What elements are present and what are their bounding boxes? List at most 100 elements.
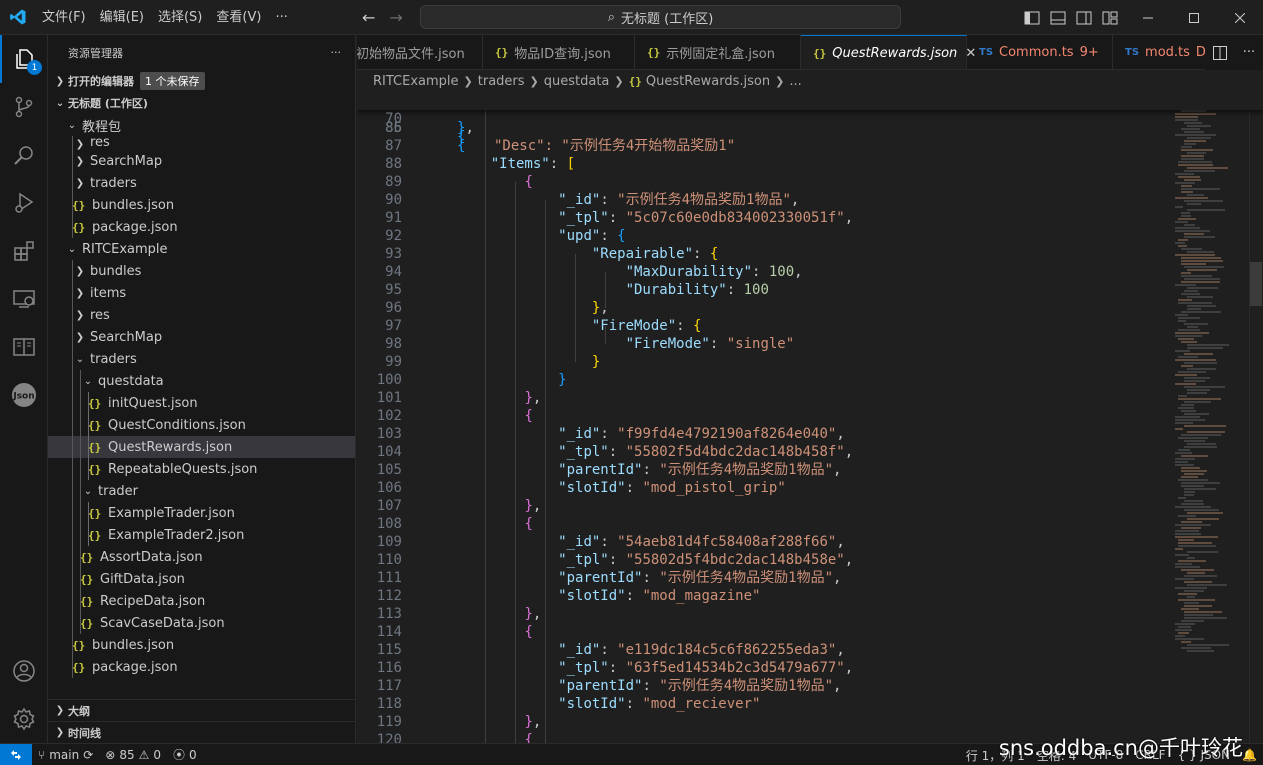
- tree-file[interactable]: {} GiftData.json: [48, 568, 355, 590]
- menu-view[interactable]: 查看(V): [209, 0, 268, 35]
- vertical-scrollbar[interactable]: [1249, 92, 1263, 743]
- toggle-secondary-sidebar-icon[interactable]: [1076, 11, 1092, 25]
- activity-bar: 1 Json: [0, 35, 48, 743]
- branch-name: main: [49, 747, 80, 762]
- tree-folder[interactable]: ❯ items: [48, 282, 355, 304]
- tree-folder[interactable]: ❯ res: [48, 304, 355, 326]
- tree-folder[interactable]: ❯ SearchMap: [48, 150, 355, 172]
- tree-file[interactable]: {} QuestConditions.json: [48, 414, 355, 436]
- tab-quest-rewards[interactable]: {} QuestRewards.json ✕: [801, 35, 976, 69]
- split-editor-icon[interactable]: [1212, 45, 1227, 60]
- line-number: 120: [376, 732, 402, 743]
- explorer-icon[interactable]: 1: [0, 35, 48, 83]
- line-number: 99: [385, 354, 402, 370]
- tree-item-label: RITCExample: [82, 241, 168, 257]
- breadcrumb-item[interactable]: questdata: [544, 74, 610, 89]
- tree-file[interactable]: {} package.json: [48, 216, 355, 238]
- sticky-scroll-header[interactable]: 70 {: [357, 92, 1263, 145]
- source-control-icon[interactable]: [0, 83, 48, 131]
- tree-file[interactable]: {} RepeatableQuests.json: [48, 458, 355, 480]
- book-icon[interactable]: [0, 323, 48, 371]
- git-branch-status[interactable]: ⑂ main ⟳: [32, 748, 99, 762]
- tree-file[interactable]: {} package.json: [48, 656, 355, 678]
- tab-item-id-lookup[interactable]: {} 物品ID查询.json: [483, 35, 635, 69]
- tree-item-label: SearchMap: [90, 329, 163, 345]
- tree-item-label: package.json: [92, 219, 178, 235]
- breadcrumb-item[interactable]: ...: [789, 74, 801, 89]
- code-text: "示例任务4物品奖励1物品": [617, 192, 791, 208]
- menu-file[interactable]: 文件(F): [35, 0, 93, 35]
- editor-tabs: 初始物品文件.json {} 物品ID查询.json {} 示例固定礼盒.jso…: [357, 35, 1263, 70]
- tree-file[interactable]: {} QuestRewards.json: [48, 436, 355, 458]
- customize-layout-icon[interactable]: [1102, 11, 1118, 25]
- settings-gear-icon[interactable]: [0, 695, 48, 743]
- tree-file[interactable]: {} ExampleTrader2.json: [48, 524, 355, 546]
- tree-file[interactable]: {} bundles.json: [48, 194, 355, 216]
- minimize-button[interactable]: [1125, 0, 1171, 35]
- menu-selection[interactable]: 选择(S): [151, 0, 209, 35]
- tree-folder[interactable]: ❯ bundles: [48, 260, 355, 282]
- maximize-button[interactable]: [1171, 0, 1217, 35]
- search-activity-icon[interactable]: [0, 131, 48, 179]
- ports-status[interactable]: ⦿ 0: [167, 746, 203, 763]
- breadcrumb-item[interactable]: QuestRewards.json: [646, 74, 770, 89]
- json-file-icon: {}: [80, 572, 94, 586]
- open-editors-section[interactable]: ❯ 打开的编辑器 1 个未保存: [48, 70, 355, 92]
- scrollbar-thumb[interactable]: [1250, 262, 1262, 306]
- toggle-panel-icon[interactable]: [1050, 11, 1066, 25]
- tree-folder[interactable]: ⌄ RITCExample: [48, 238, 355, 260]
- code-text: "mod_magazine": [642, 588, 761, 604]
- line-number: 105: [376, 462, 402, 478]
- close-window-button[interactable]: [1217, 0, 1263, 35]
- tree-file[interactable]: {} bundles.json: [48, 634, 355, 656]
- line-number: 117: [376, 678, 402, 694]
- timeline-section[interactable]: ❯ 时间线: [48, 721, 355, 743]
- minimap[interactable]: [1167, 92, 1247, 652]
- command-center[interactable]: ⌕ 无标题 (工作区): [420, 5, 901, 29]
- account-icon[interactable]: [0, 647, 48, 695]
- menu-more[interactable]: ···: [268, 0, 294, 35]
- tree-file[interactable]: {} RecipeData.json: [48, 590, 355, 612]
- chevron-right-icon: ❯: [75, 155, 85, 167]
- run-debug-icon[interactable]: [0, 179, 48, 227]
- line-number: 70: [385, 111, 402, 127]
- line-number: 101: [376, 390, 402, 406]
- forward-arrow-icon[interactable]: →: [389, 8, 402, 27]
- tree-folder[interactable]: ❯ res: [48, 136, 355, 150]
- extensions-icon[interactable]: [0, 227, 48, 275]
- workspace-section[interactable]: ⌄ 无标题 (工作区): [48, 92, 355, 114]
- code-text: "single": [726, 336, 795, 352]
- remote-indicator-icon[interactable]: [0, 743, 32, 765]
- outline-section[interactable]: ❯ 大纲: [48, 699, 355, 721]
- tree-file[interactable]: {} ExampleTrader.json: [48, 502, 355, 524]
- tree-file[interactable]: {} initQuest.json: [48, 392, 355, 414]
- tree-folder[interactable]: ⌄ traders: [48, 348, 355, 370]
- tree-folder[interactable]: ⌄ 教程包: [48, 114, 355, 136]
- tree-item-label: ExampleTrader2.json: [108, 527, 245, 543]
- tab-label: 物品ID查询.json: [514, 47, 611, 62]
- editor-more-actions-icon[interactable]: ···: [1243, 45, 1255, 60]
- tree-folder[interactable]: ❯ traders: [48, 172, 355, 194]
- toggle-primary-sidebar-icon[interactable]: [1024, 11, 1040, 25]
- remote-explorer-icon[interactable]: [0, 275, 48, 323]
- breadcrumb-item[interactable]: RITCExample: [373, 74, 459, 89]
- json-file-icon: {}: [88, 396, 102, 410]
- tab-common-ts[interactable]: TS Common.ts 9+: [967, 35, 1113, 69]
- problems-status[interactable]: ⊗ 85 ⚠ 0: [99, 748, 167, 762]
- chevron-right-icon: ❯: [75, 331, 85, 343]
- json-extension-icon[interactable]: Json: [0, 371, 48, 419]
- tab-initial-items[interactable]: 初始物品文件.json: [357, 35, 483, 69]
- tree-folder[interactable]: ⌄ trader: [48, 480, 355, 502]
- vscode-logo-icon: [0, 0, 35, 35]
- tree-folder[interactable]: ❯ SearchMap: [48, 326, 355, 348]
- explorer-more-actions-icon[interactable]: ···: [331, 46, 342, 59]
- json-file-icon: {}: [72, 220, 86, 234]
- tab-fixed-giftbox[interactable]: {} 示例固定礼盒.json: [635, 35, 801, 69]
- breadcrumb-item[interactable]: traders: [478, 74, 525, 89]
- tree-file[interactable]: {} AssortData.json: [48, 546, 355, 568]
- tree-file[interactable]: {} ScavCaseData.json: [48, 612, 355, 634]
- tree-folder[interactable]: ⌄ questdata: [48, 370, 355, 392]
- menu-edit[interactable]: 编辑(E): [93, 0, 151, 35]
- back-arrow-icon[interactable]: ←: [362, 8, 375, 27]
- code-editor[interactable]: 85 "Desc": "示例任务4开始物品奖励1" 70 { 86}, 87{ …: [357, 92, 1263, 743]
